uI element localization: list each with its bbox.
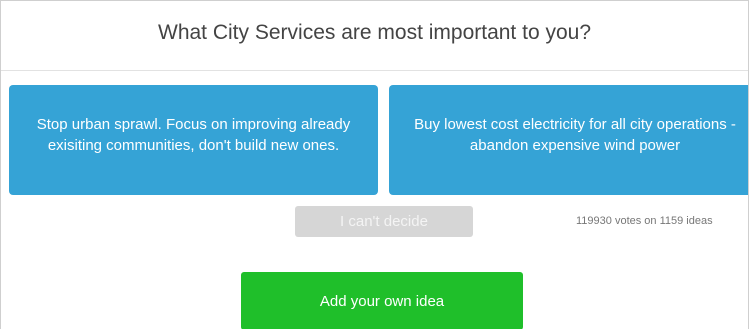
question-title: What City Services are most important to… (158, 20, 591, 44)
add-idea-button[interactable]: Add your own idea (241, 272, 523, 329)
votes-count: 119930 votes on 1159 ideas (576, 215, 713, 227)
choice-left-label: Stop urban sprawl. Focus on improving al… (36, 116, 351, 154)
choice-right-button[interactable]: Buy lowest cost electricity for all city… (389, 85, 748, 195)
vote-widget: What City Services are most important to… (0, 0, 749, 329)
choice-left-button[interactable]: Stop urban sprawl. Focus on improving al… (9, 85, 378, 195)
question-header: What City Services are most important to… (1, 1, 748, 71)
cant-decide-button[interactable]: I can't decide (295, 206, 473, 237)
choice-right-label: Buy lowest cost electricity for all city… (414, 116, 736, 154)
